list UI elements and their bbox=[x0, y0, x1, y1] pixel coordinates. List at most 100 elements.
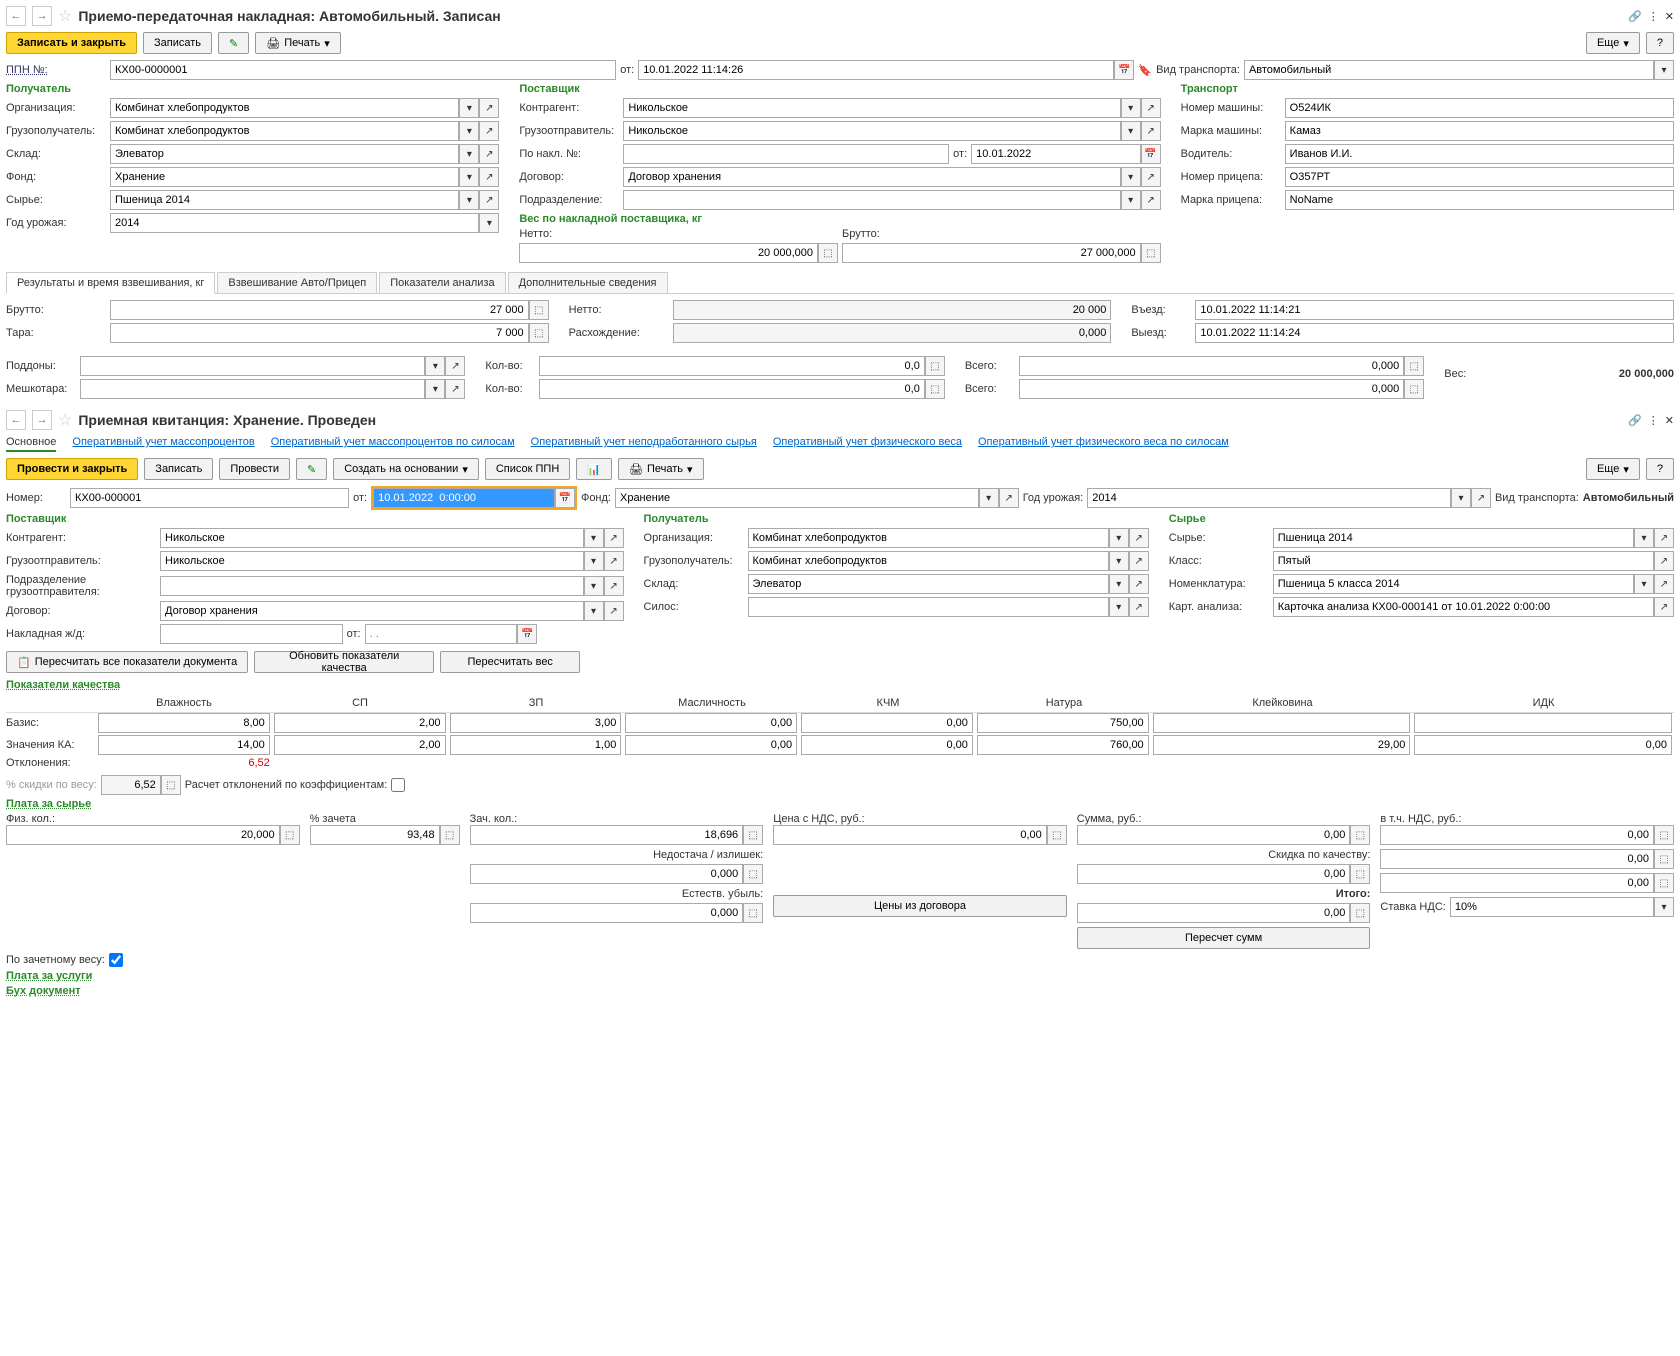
credit-qty-input[interactable] bbox=[470, 825, 744, 845]
recalc-sums-button[interactable]: Пересчет сумм bbox=[1077, 927, 1371, 949]
ka-oil[interactable] bbox=[625, 735, 797, 755]
vehicle-num-input[interactable] bbox=[1285, 98, 1674, 118]
ka-humidity[interactable] bbox=[98, 735, 270, 755]
vat-rate-input[interactable] bbox=[1450, 897, 1654, 917]
d2-warehouse-input[interactable] bbox=[748, 574, 1109, 594]
d2-rail-input[interactable] bbox=[160, 624, 343, 644]
link-op4[interactable]: Оперативный учет физического веса bbox=[773, 436, 962, 452]
dropdown-icon[interactable]: ▾ bbox=[1654, 60, 1674, 80]
total1-input[interactable] bbox=[1019, 356, 1404, 376]
netto-input[interactable] bbox=[519, 243, 818, 263]
basis-humidity[interactable] bbox=[98, 713, 270, 733]
report-icon-button[interactable]: 📊 bbox=[576, 458, 612, 480]
attach-icon-2[interactable]: 🔗 bbox=[1628, 414, 1642, 427]
ka-idk[interactable] bbox=[1414, 735, 1672, 755]
link-op5[interactable]: Оперативный учет физического веса по сил… bbox=[978, 436, 1229, 452]
bags-input[interactable] bbox=[80, 379, 425, 399]
ppn-input[interactable] bbox=[110, 60, 616, 80]
prices-button[interactable]: Цены из договора bbox=[773, 895, 1067, 917]
quality-header[interactable]: Показатели качества bbox=[6, 679, 1674, 691]
d2-card-input[interactable] bbox=[1273, 597, 1654, 617]
basis-idk[interactable] bbox=[1414, 713, 1672, 733]
basis-sp[interactable] bbox=[274, 713, 446, 733]
update-quality-button[interactable]: Обновить показатели качества bbox=[254, 651, 434, 673]
d2-num-input[interactable] bbox=[70, 488, 349, 508]
phys-input[interactable] bbox=[6, 825, 280, 845]
d2-fund-input[interactable] bbox=[615, 488, 979, 508]
ka-nature[interactable] bbox=[977, 735, 1149, 755]
raw-input[interactable] bbox=[110, 190, 459, 210]
dept-input[interactable] bbox=[623, 190, 1120, 210]
d2-dept-input[interactable] bbox=[160, 576, 584, 596]
ka-gluten[interactable] bbox=[1153, 735, 1411, 755]
total2-input[interactable] bbox=[1019, 379, 1404, 399]
payment-header[interactable]: Плата за сырье bbox=[6, 798, 1674, 810]
more-button-2[interactable]: Еще ▾ bbox=[1586, 458, 1640, 480]
driver-input[interactable] bbox=[1285, 144, 1674, 164]
natural-input[interactable] bbox=[470, 903, 744, 923]
trailer-num-input[interactable] bbox=[1285, 167, 1674, 187]
more-button[interactable]: Еще ▾ bbox=[1586, 32, 1640, 54]
w-tara-input[interactable] bbox=[110, 323, 529, 343]
calendar-icon[interactable]: 📅 bbox=[1114, 60, 1134, 80]
post-button[interactable]: Провести bbox=[219, 458, 290, 480]
counterparty-input[interactable] bbox=[623, 98, 1120, 118]
tab-additional[interactable]: Дополнительные сведения bbox=[508, 272, 668, 293]
ka-sp[interactable] bbox=[274, 735, 446, 755]
basis-zp[interactable] bbox=[450, 713, 622, 733]
exit-input[interactable] bbox=[1195, 323, 1674, 343]
d2-org-input[interactable] bbox=[748, 528, 1109, 548]
vat3-input[interactable] bbox=[1380, 873, 1654, 893]
consignor-input[interactable] bbox=[623, 121, 1120, 141]
edit-icon-button[interactable]: ✎ bbox=[218, 32, 249, 54]
vat2-input[interactable] bbox=[1380, 849, 1654, 869]
shortage-input[interactable] bbox=[470, 864, 744, 884]
year-input[interactable] bbox=[110, 213, 479, 233]
warehouse-input[interactable] bbox=[110, 144, 459, 164]
d2-counterparty-input[interactable] bbox=[160, 528, 584, 548]
basis-gluten[interactable] bbox=[1153, 713, 1411, 733]
ka-zp[interactable] bbox=[450, 735, 622, 755]
star-icon-2[interactable]: ☆ bbox=[58, 410, 72, 430]
bookmark-icon[interactable]: 🔖 bbox=[1138, 64, 1152, 77]
entry-input[interactable] bbox=[1195, 300, 1674, 320]
save-close-button[interactable]: Записать и закрыть bbox=[6, 32, 137, 54]
qty2-input[interactable] bbox=[539, 379, 924, 399]
help-button[interactable]: ? bbox=[1646, 32, 1674, 54]
quality-disc-input[interactable] bbox=[1077, 864, 1351, 884]
vat-input[interactable] bbox=[1380, 825, 1654, 845]
coef-checkbox[interactable] bbox=[391, 778, 405, 792]
ppn-label[interactable]: ППН №: bbox=[6, 64, 106, 76]
d2-raw-input[interactable] bbox=[1273, 528, 1634, 548]
star-icon[interactable]: ☆ bbox=[58, 6, 72, 26]
save-button-2[interactable]: Записать bbox=[144, 458, 213, 480]
link-op2[interactable]: Оперативный учет массопроцентов по силос… bbox=[271, 436, 515, 452]
close-icon[interactable]: ✕ bbox=[1665, 10, 1674, 23]
d2-consignee-input[interactable] bbox=[748, 551, 1109, 571]
brutto-sup-input[interactable] bbox=[842, 243, 1141, 263]
basis-kchm[interactable] bbox=[801, 713, 973, 733]
d2-date-input[interactable] bbox=[373, 488, 555, 508]
consignee-input[interactable] bbox=[110, 121, 459, 141]
d2-consignor-input[interactable] bbox=[160, 551, 584, 571]
trailer-brand-input[interactable] bbox=[1285, 190, 1674, 210]
attach-icon[interactable]: 🔗 bbox=[1628, 10, 1642, 23]
save-button[interactable]: Записать bbox=[143, 32, 212, 54]
service-header[interactable]: Плата за услуги bbox=[6, 970, 1674, 982]
d2-contract-input[interactable] bbox=[160, 601, 584, 621]
qty1-input[interactable] bbox=[539, 356, 924, 376]
tab-weighing-results[interactable]: Результаты и время взвешивания, кг bbox=[6, 272, 215, 294]
edit-icon-button-2[interactable]: ✎ bbox=[296, 458, 327, 480]
d2-class-input[interactable] bbox=[1273, 551, 1654, 571]
contract-input[interactable] bbox=[623, 167, 1120, 187]
link-main[interactable]: Основное bbox=[6, 436, 56, 452]
d2-year-input[interactable] bbox=[1087, 488, 1451, 508]
ppn-list-button[interactable]: Список ППН bbox=[485, 458, 570, 480]
nav-fwd-2[interactable]: → bbox=[32, 410, 52, 430]
total-input[interactable] bbox=[1077, 903, 1351, 923]
print-button-2[interactable]: 🖨 Печать ▾ bbox=[618, 458, 704, 480]
tab-auto-trailer[interactable]: Взвешивание Авто/Прицеп bbox=[217, 272, 377, 293]
credit-input[interactable] bbox=[310, 825, 440, 845]
w-brutto-input[interactable] bbox=[110, 300, 529, 320]
help-button-2[interactable]: ? bbox=[1646, 458, 1674, 480]
